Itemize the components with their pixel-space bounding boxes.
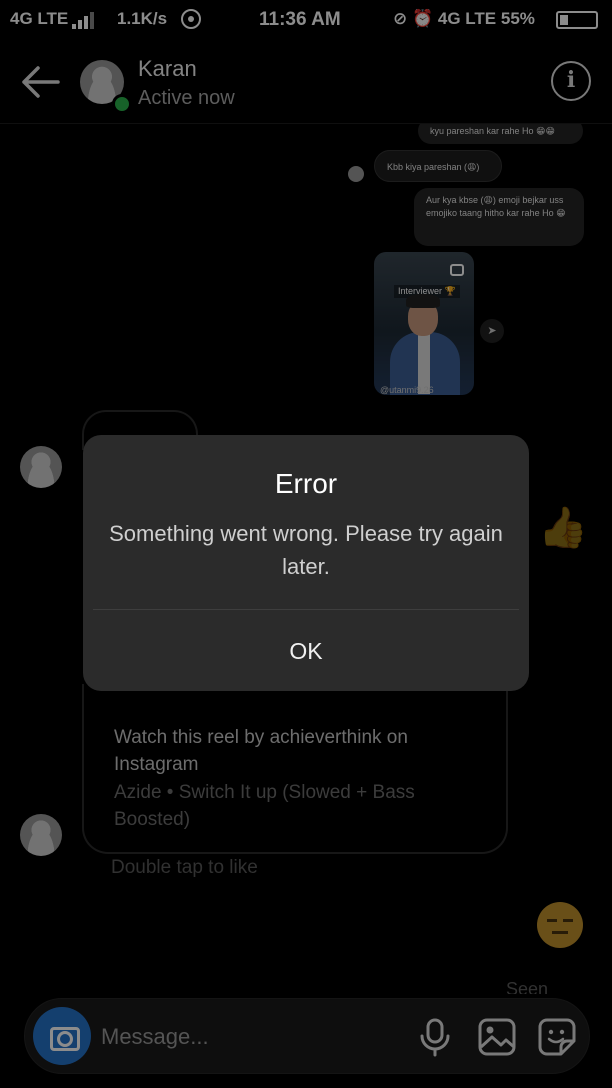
ok-button[interactable]: OK — [83, 611, 529, 691]
error-dialog: Error Something went wrong. Please try a… — [83, 435, 529, 691]
dialog-title: Error — [274, 468, 338, 499]
dialog-message: Something went wrong. Please try again l… — [109, 521, 503, 579]
dialog-divider — [93, 609, 519, 610]
